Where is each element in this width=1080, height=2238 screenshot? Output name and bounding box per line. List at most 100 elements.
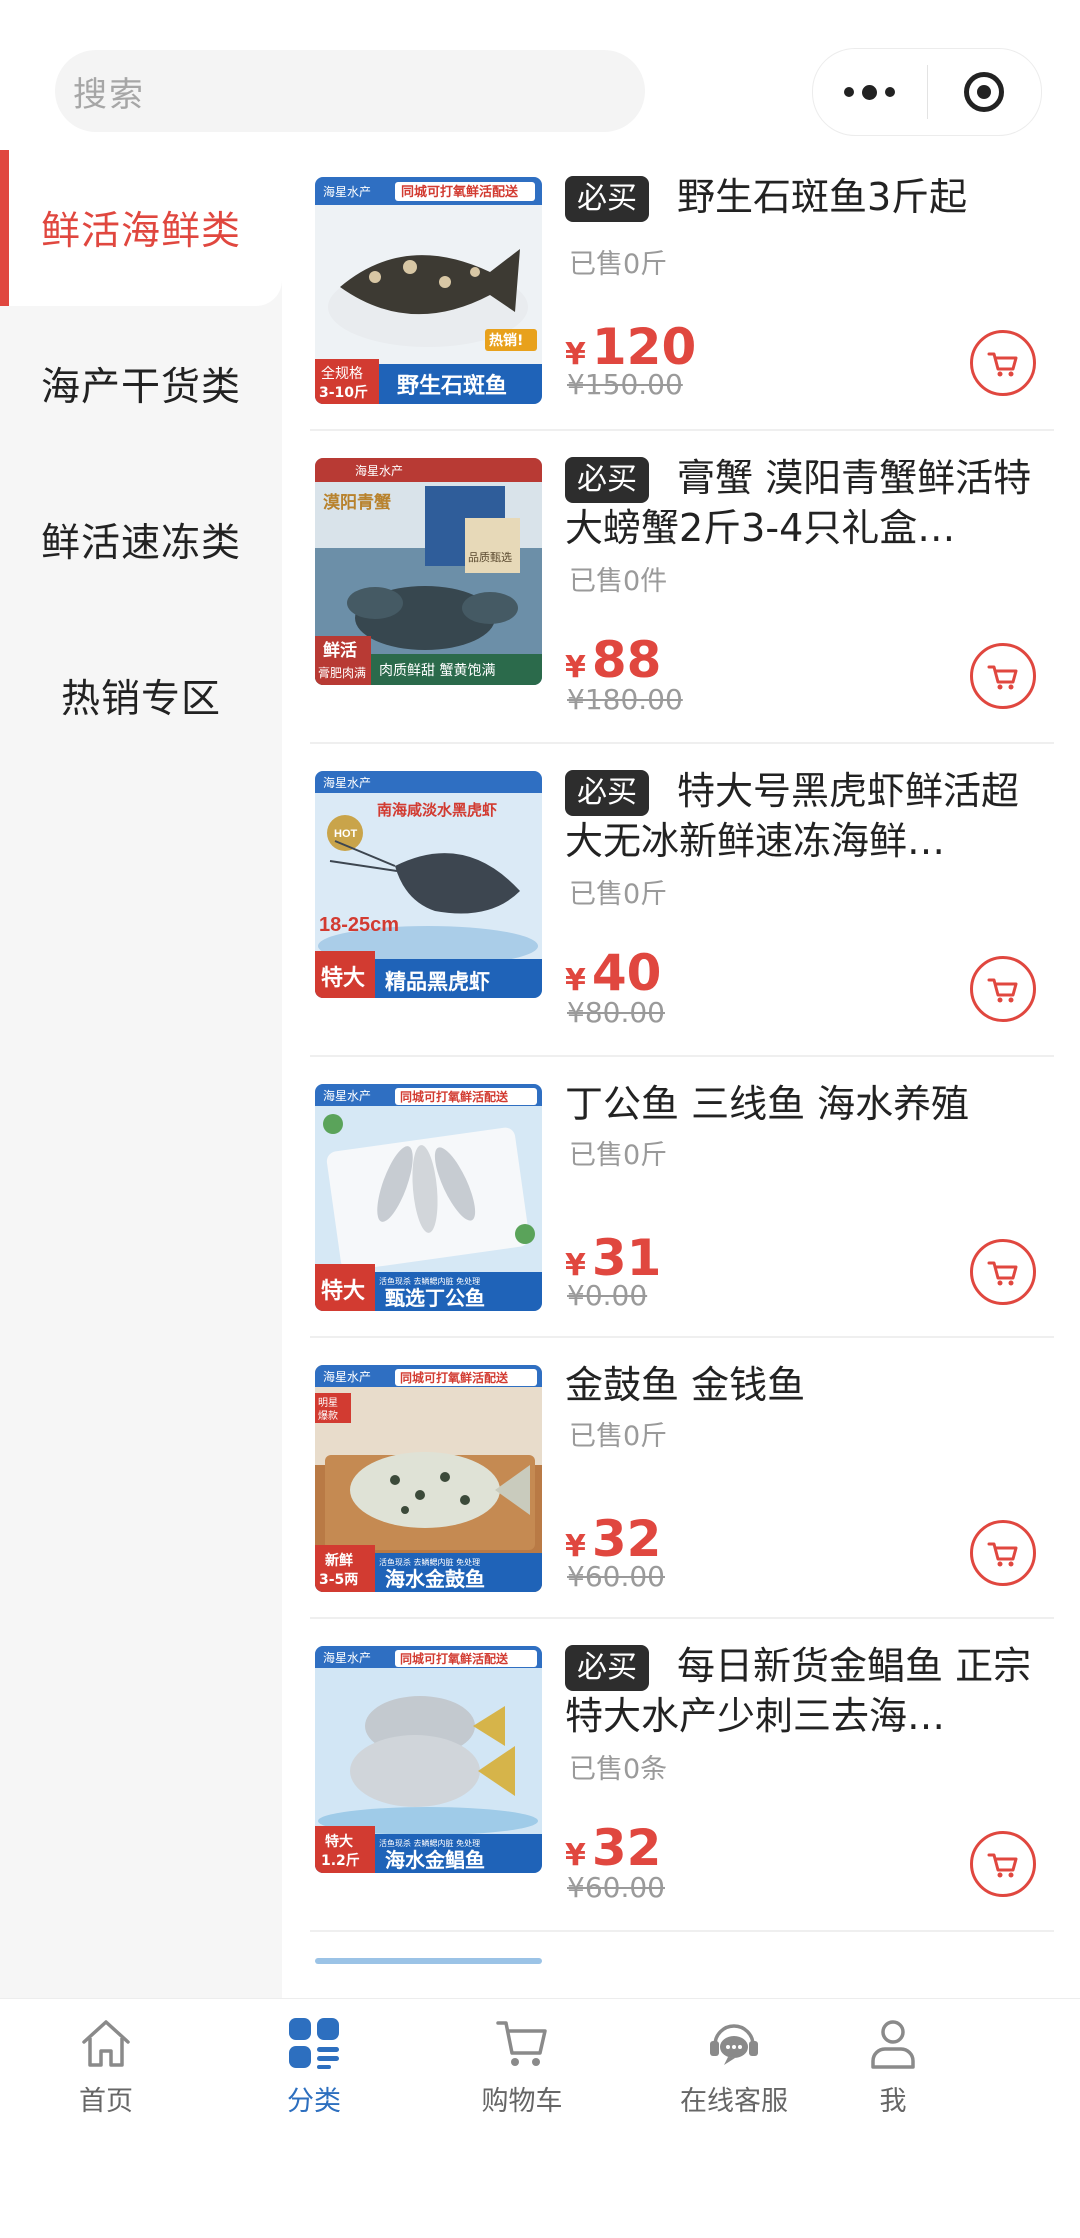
top-bar: 搜索 — [0, 0, 1080, 150]
product-image-threadfin[interactable]: 海星水产 同城可打氧鲜活配送 特大 活鱼现杀 去鳞鳃内脏 免处理 甄选丁公鱼 — [315, 1084, 542, 1311]
image-top-banner: 同城可打氧鲜活配送 — [400, 1089, 509, 1104]
must-buy-badge: 必买 — [565, 457, 649, 503]
product-card[interactable]: 海星水产 同城可打氧鲜活配送 特大 1.2斤 活鱼现杀 去鳞鳃内脏 免处理 海水… — [282, 1619, 1080, 1932]
cart-icon — [987, 1853, 1018, 1878]
product-card[interactable]: 海星水产 同城可打氧鲜活配送 明星 爆款 新鲜 3-5两 活鱼现杀 去鳞鳃内脏 … — [282, 1338, 1080, 1619]
cart-icon — [987, 978, 1018, 1003]
must-buy-badge: 必买 — [565, 1645, 649, 1691]
sidebar-item-fresh-seafood[interactable]: 鲜活海鲜类 — [0, 150, 282, 306]
price: ¥32 — [565, 1819, 662, 1877]
must-buy-badge: 必买 — [565, 770, 649, 816]
add-to-cart-button[interactable] — [970, 643, 1036, 709]
product-card[interactable]: 海星水产 同城可打氧鲜活配送 特大 活鱼现杀 去鳞鳃内脏 免处理 甄选丁公鱼 丁… — [282, 1057, 1080, 1338]
cart-icon — [987, 1261, 1018, 1286]
image-extra-tag: 活鱼现杀 去鳞鳃内脏 免处理 — [379, 1557, 480, 1567]
svg-text:HOT: HOT — [334, 828, 358, 840]
price: ¥40 — [565, 944, 662, 1002]
product-title[interactable]: 必买 野生石斑鱼3斤起 — [565, 172, 1050, 222]
product-title[interactable]: 必买 膏蟹 漠阳青蟹鲜活特大螃蟹2斤3-4只礼盒… — [565, 453, 1050, 553]
bottom-tab-bar: 首页 分类 购物车 在线客服 我 — [0, 1998, 1080, 2238]
add-to-cart-button[interactable] — [970, 1520, 1036, 1586]
product-card[interactable]: 海星水产 漠阳青蟹 品质甄选 鲜活 膏肥肉满 肉质鲜甜 蟹黄饱满 必买 膏蟹 漠阳… — [282, 431, 1080, 744]
product-image-pomfret[interactable]: 海星水产 同城可打氧鲜活配送 特大 1.2斤 活鱼现杀 去鳞鳃内脏 免处理 海水… — [315, 1646, 542, 1873]
user-icon — [863, 2013, 923, 2073]
product-image-grouper[interactable]: 海星水产 同城可打氧鲜活配送 热销! 全规格 3-10斤 野生石斑鱼 — [315, 177, 542, 404]
sold-count: 已售0条 — [569, 1754, 668, 1785]
svg-text:全规格: 全规格 — [321, 365, 363, 382]
image-brand: 海星水产 — [355, 463, 403, 478]
original-price: ¥150.00 — [567, 368, 683, 401]
original-price: ¥60.00 — [567, 1560, 665, 1593]
sidebar-item-label: 鲜活速冻类 — [40, 521, 241, 566]
tab-label: 分类 — [287, 2086, 341, 2117]
target-circle-icon — [964, 72, 1005, 112]
sidebar-item-label: 鲜活海鲜类 — [40, 209, 241, 254]
original-price: ¥180.00 — [567, 683, 683, 716]
tab-cart[interactable]: 购物车 — [442, 2013, 602, 2133]
image-bottom-label: 海水金鼓鱼 — [385, 1567, 485, 1591]
cart-icon — [987, 352, 1018, 377]
image-top-banner: 漠阳青蟹 — [323, 492, 391, 513]
image-corner-tag: 特大 — [321, 965, 365, 991]
image-top-banner: 同城可打氧鲜活配送 — [401, 184, 519, 200]
price: ¥88 — [565, 631, 662, 689]
customer-service-icon — [704, 2013, 764, 2073]
svg-text:鲜活: 鲜活 — [323, 640, 357, 661]
svg-text:3-5两: 3-5两 — [319, 1572, 358, 1588]
sidebar-item-frozen-seafood[interactable]: 鲜活速冻类 — [0, 462, 282, 618]
image-brand: 海星水产 — [323, 1369, 371, 1384]
product-card[interactable]: 海星水产 同城可打氧鲜活配送 热销! 全规格 3-10斤 野生石斑鱼 必买 野生石… — [282, 150, 1080, 431]
original-price: ¥80.00 — [567, 996, 665, 1029]
search-input[interactable]: 搜索 — [55, 50, 645, 132]
more-button[interactable] — [813, 49, 927, 135]
sold-count: 已售0斤 — [569, 879, 668, 910]
image-extra-tag: 热销! — [489, 332, 523, 349]
next-product-image-peek — [315, 1958, 542, 1964]
category-sidebar: 鲜活海鲜类 海产干货类 鲜活速冻类 热销专区 — [0, 150, 282, 2000]
product-image-scat-fish[interactable]: 海星水产 同城可打氧鲜活配送 明星 爆款 新鲜 3-5两 活鱼现杀 去鳞鳃内脏 … — [315, 1365, 542, 1592]
sidebar-item-dried-seafood[interactable]: 海产干货类 — [0, 306, 282, 462]
tab-home[interactable]: 首页 — [26, 2013, 186, 2133]
image-extra-tag: 18-25cm — [319, 914, 399, 936]
product-title[interactable]: 必买 每日新货金鲳鱼 正宗特大水产少刺三去海… — [565, 1641, 1050, 1741]
more-dots-icon — [844, 84, 896, 100]
tab-me[interactable]: 我 — [813, 2013, 973, 2133]
product-title[interactable]: 必买 特大号黑虎虾鲜活超大无冰新鲜速冻海鲜… — [565, 766, 1050, 866]
tab-label: 在线客服 — [680, 2086, 788, 2117]
add-to-cart-button[interactable] — [970, 956, 1036, 1022]
product-card[interactable]: 海星水产 南海咸淡水黑虎虾 HOT 18-25cm 特大 精品黑虎虾 必买 特大号… — [282, 744, 1080, 1057]
product-title[interactable]: 丁公鱼 三线鱼 海水养殖 — [565, 1079, 1050, 1129]
image-bottom-label: 甄选丁公鱼 — [385, 1286, 485, 1310]
sidebar-item-hot-sale[interactable]: 热销专区 — [0, 618, 282, 774]
sidebar-item-label: 海产干货类 — [40, 365, 241, 410]
add-to-cart-button[interactable] — [970, 330, 1036, 396]
image-bottom-label: 肉质鲜甜 蟹黄饱满 — [379, 662, 495, 679]
divider — [310, 1930, 1054, 1932]
product-list[interactable]: 海星水产 同城可打氧鲜活配送 热销! 全规格 3-10斤 野生石斑鱼 必买 野生石… — [282, 150, 1080, 2000]
add-to-cart-button[interactable] — [970, 1239, 1036, 1305]
original-price: ¥60.00 — [567, 1871, 665, 1904]
mini-program-capsule — [812, 48, 1042, 136]
product-image-tiger-prawn[interactable]: 海星水产 南海咸淡水黑虎虾 HOT 18-25cm 特大 精品黑虎虾 — [315, 771, 542, 998]
sidebar-item-label: 热销专区 — [60, 677, 221, 722]
image-extra-tag: 活鱼现杀 去鳞鳃内脏 免处理 — [379, 1838, 480, 1848]
image-brand: 海星水产 — [323, 775, 371, 790]
product-image-crab[interactable]: 海星水产 漠阳青蟹 品质甄选 鲜活 膏肥肉满 肉质鲜甜 蟹黄饱满 — [315, 458, 542, 685]
image-bottom-label: 海水金鲳鱼 — [385, 1848, 485, 1872]
tab-category[interactable]: 分类 — [234, 2013, 394, 2133]
image-top-banner: 同城可打氧鲜活配送 — [400, 1651, 509, 1666]
tab-customer-service[interactable]: 在线客服 — [654, 2013, 814, 2133]
image-corner-tag: 特大 — [321, 1278, 365, 1304]
add-to-cart-button[interactable] — [970, 1831, 1036, 1897]
cart-icon — [987, 665, 1018, 690]
image-top-banner: 同城可打氧鲜活配送 — [400, 1370, 509, 1385]
svg-text:特大: 特大 — [325, 1833, 353, 1850]
product-title[interactable]: 金鼓鱼 金钱鱼 — [565, 1360, 1050, 1410]
close-button[interactable] — [928, 49, 1042, 135]
svg-text:爆款: 爆款 — [318, 1409, 338, 1422]
svg-text:3-10斤: 3-10斤 — [319, 384, 368, 401]
tab-label: 购物车 — [481, 2086, 563, 2117]
cart-icon — [492, 2013, 552, 2073]
sold-count: 已售0斤 — [569, 249, 668, 280]
sold-count: 已售0斤 — [569, 1421, 668, 1452]
